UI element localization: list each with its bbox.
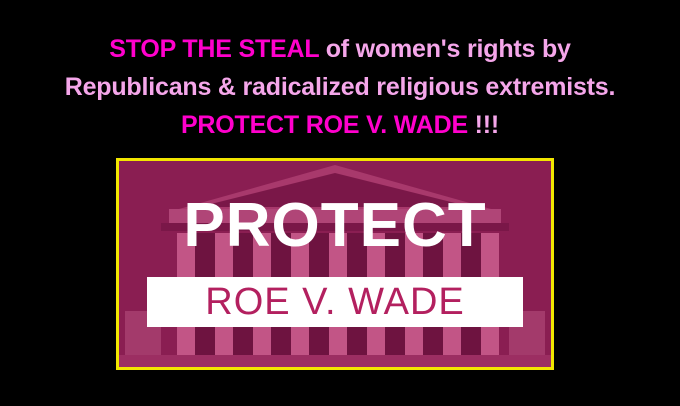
protect-heading: PROTECT — [183, 191, 487, 260]
headline-line-2: Republicans & radicalized religious extr… — [64, 73, 616, 101]
roe-v-wade-text: ROE V. WADE — [205, 281, 465, 323]
roe-v-wade-banner: ROE V. WADE — [147, 277, 523, 327]
headline-text: STOP THE STEAL of women's rights by Repu… — [0, 30, 680, 144]
headline-line-1-rest: of women's rights by — [318, 35, 571, 63]
protect-roe-poster: PROTECT ROE V. WADE — [116, 158, 554, 370]
protect-roe-text: PROTECT ROE V. WADE — [180, 111, 468, 139]
exclamation-text: !!! — [467, 111, 500, 139]
headline-line-1: STOP THE STEAL of women's rights by — [0, 30, 680, 68]
stop-the-steal-text: STOP THE STEAL — [109, 35, 319, 63]
headline-line-3: PROTECT ROE V. WADE !!! — [0, 106, 680, 144]
